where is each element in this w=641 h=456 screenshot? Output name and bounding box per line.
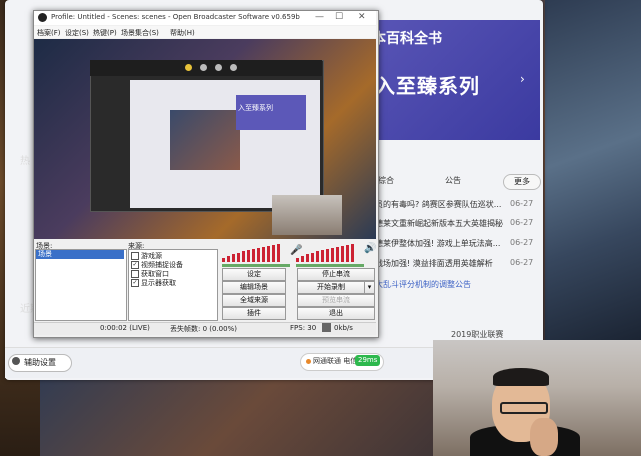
more-button[interactable]: 更多 — [503, 174, 541, 190]
scenes-list[interactable] — [35, 249, 127, 321]
source-label: 视频捕捉设备 — [141, 261, 183, 269]
speaker-icon[interactable]: 🔊 — [364, 243, 376, 254]
exit-button[interactable]: 退出 — [297, 307, 375, 320]
global-sources-button[interactable]: 全域来源 — [222, 294, 286, 307]
bitrate-indicator-icon — [322, 323, 331, 332]
source-label: 游戏源 — [141, 252, 162, 260]
streamer-hair — [493, 368, 549, 386]
news-item[interactable]: 员的有毒吗? 鸽赛区参赛队伍巡状... — [375, 199, 505, 210]
news-date: 06-27 — [510, 238, 534, 247]
news-link[interactable]: 大乱斗评分机制的调整公告 — [375, 279, 471, 290]
news-item[interactable]: 战场加强! 漠益排面透用英雄解析 — [375, 258, 505, 269]
stream-time: 0:00:02 (LIVE) — [100, 324, 150, 332]
banner-title: 入至臻系列 — [375, 74, 480, 98]
settings-button[interactable]: 设定 — [222, 268, 286, 281]
chevron-right-icon[interactable]: › — [520, 72, 525, 86]
source-checkbox[interactable]: ✓ — [131, 261, 139, 269]
news-item[interactable]: 德莱文重新崛起新版本五大英雄揭秘 — [375, 218, 505, 229]
mic-volume-meter — [296, 244, 362, 262]
section-heading: 热 — [20, 156, 30, 167]
tab-general[interactable]: 综合 — [378, 175, 394, 186]
menu-hotkeys[interactable]: 热键(P) — [93, 28, 117, 38]
banner-top-text: 本百科全书 — [372, 31, 442, 47]
start-recording-button[interactable]: 开始录制 — [297, 281, 365, 294]
menu-settings[interactable]: 设定(S) — [65, 28, 89, 38]
toolbar-icon — [215, 64, 222, 71]
source-checkbox[interactable]: ✓ — [131, 279, 139, 287]
game-background-right — [545, 0, 641, 340]
desktop-volume-slider[interactable] — [222, 264, 290, 267]
source-label: 获取窗口 — [141, 270, 169, 278]
preview-stream-button[interactable]: 预览串流 — [297, 294, 375, 307]
gear-icon — [12, 357, 20, 365]
menu-scene-collection[interactable]: 场景集合(S) — [121, 28, 159, 38]
toolbar-icon — [230, 64, 237, 71]
menu-file[interactable]: 档案(F) — [37, 28, 61, 38]
fps-readout: FPS: 30 — [290, 324, 317, 332]
scene-item[interactable]: 场景 — [36, 250, 124, 259]
season-label: 2019职业联赛 — [451, 330, 504, 339]
obs-logo-icon — [38, 13, 47, 22]
news-date: 06-27 — [510, 199, 534, 208]
maximize-icon[interactable]: ☐ — [335, 12, 343, 22]
news-item[interactable]: 德莱伊整体加强! 游戏上单玩法高... — [375, 238, 505, 249]
news-date: 06-27 — [510, 258, 534, 267]
tab-announcement[interactable]: 公告 — [445, 175, 461, 186]
close-icon[interactable]: ✕ — [358, 12, 366, 22]
bitrate-readout: 0kb/s — [334, 324, 353, 332]
network-label: 网通联通 电信 — [313, 357, 358, 365]
mic-volume-slider[interactable] — [296, 264, 364, 267]
network-status-icon — [306, 359, 311, 364]
edit-scene-button[interactable]: 编辑场景 — [222, 281, 286, 294]
obs-window-title: Profile: Untitled - Scenes: scenes - Ope… — [51, 13, 300, 21]
source-checkbox[interactable] — [131, 252, 139, 260]
source-label: 显示器获取 — [141, 279, 176, 287]
toolbar-icon — [200, 64, 207, 71]
desktop-volume-meter — [222, 244, 288, 262]
menu-help[interactable]: 帮助(H) — [170, 28, 195, 38]
minimize-icon[interactable]: — — [315, 12, 324, 22]
toolbar-icon — [185, 64, 192, 71]
chevron-down-icon[interactable]: ▾ — [364, 281, 375, 294]
ping-badge: 29ms — [355, 355, 381, 366]
streamer-hand — [530, 418, 558, 456]
streamer-glasses — [500, 402, 548, 414]
stop-stream-button[interactable]: 停止串流 — [297, 268, 375, 281]
source-item-monitor-capture[interactable]: ✓ 显示器获取 — [131, 278, 176, 288]
assist-settings-label: 辅助设置 — [24, 358, 56, 367]
preview-banner-text: 入至臻系列 — [238, 104, 273, 112]
news-date: 06-27 — [510, 218, 534, 227]
dropped-frames: 丢失帧数: 0 (0.00%) — [170, 325, 237, 333]
source-checkbox[interactable] — [131, 270, 139, 278]
preview-webcam — [272, 195, 342, 235]
plugins-button[interactable]: 插件 — [222, 307, 286, 320]
preview-subwindow — [170, 110, 240, 170]
